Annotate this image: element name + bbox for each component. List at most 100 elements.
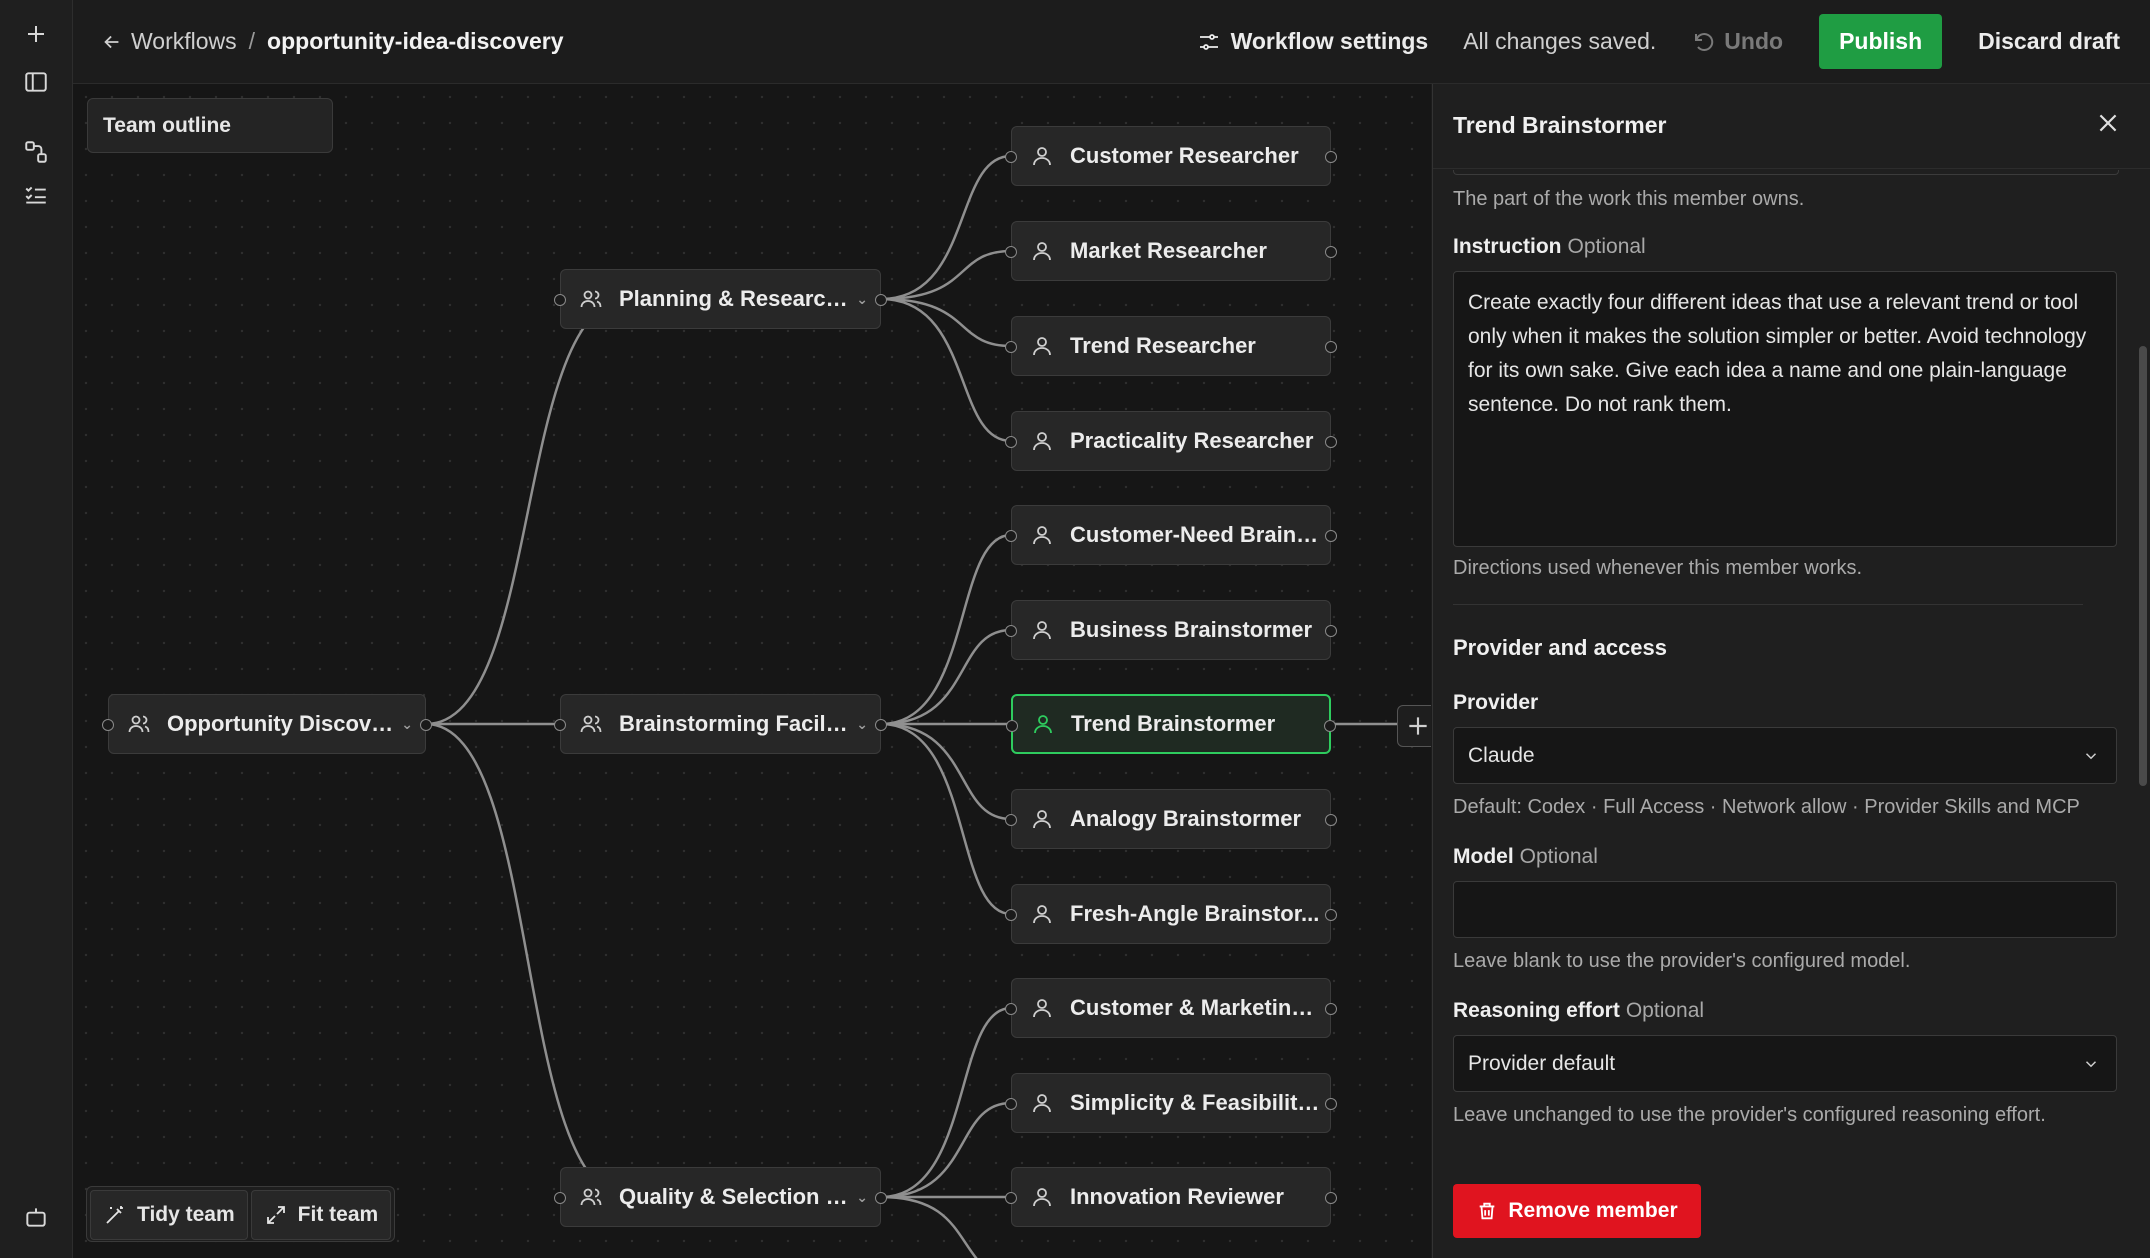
plus-icon[interactable] (18, 16, 54, 52)
discard-draft-button[interactable]: Discard draft (1978, 28, 2120, 55)
node-planning-research[interactable]: Planning & Research Di... ⌄ (554, 269, 887, 329)
node-market-researcher[interactable]: Market Researcher (1005, 221, 1337, 281)
port-in[interactable] (1005, 341, 1017, 353)
publish-button[interactable]: Publish (1819, 14, 1943, 69)
undo-button[interactable]: Undo (1692, 28, 1783, 55)
port-in[interactable] (554, 719, 566, 731)
plus-icon (1409, 717, 1427, 735)
port-in[interactable] (554, 294, 566, 306)
node-quality-selection[interactable]: Quality & Selection Chair ⌄ (554, 1167, 887, 1227)
port-out[interactable] (1325, 1003, 1337, 1015)
port-out[interactable] (1325, 814, 1337, 826)
trash-icon (1480, 1202, 1495, 1220)
node-trend-researcher[interactable]: Trend Researcher (1005, 316, 1337, 376)
remove-member-button[interactable]: Remove member (1453, 1184, 1701, 1238)
port-in[interactable] (1005, 436, 1017, 448)
chevron-down-icon[interactable]: ⌄ (856, 1189, 868, 1206)
port-out[interactable] (875, 1192, 887, 1204)
port-out[interactable] (1324, 720, 1336, 732)
node-customer-marketing[interactable]: Customer & Marketing ... (1005, 978, 1337, 1038)
model-input[interactable] (1453, 881, 2117, 938)
panel-footer: Remove member (1433, 1160, 2150, 1258)
node-analogy-brainstormer[interactable]: Analogy Brainstormer (1005, 789, 1337, 849)
reasoning-effort-value: Provider default (1468, 1051, 1616, 1075)
node-brainstorming-facilitator[interactable]: Brainstorming Facilitator ⌄ (554, 694, 887, 754)
port-in[interactable] (1005, 1003, 1017, 1015)
reasoning-effort-label: Reasoning effort Optional (1453, 999, 1705, 1022)
node-business-brainstormer[interactable]: Business Brainstormer (1005, 600, 1337, 660)
edge-quality-simplicity (880, 1101, 1012, 1199)
port-in[interactable] (1005, 909, 1017, 921)
provider-hint: Default: Codex · Full Access · Network a… (1453, 796, 2080, 818)
chevron-down-icon[interactable]: ⌄ (856, 716, 868, 733)
port-in[interactable] (102, 719, 114, 731)
node-label: Practicality Researcher (1070, 428, 1314, 453)
role-field-edge[interactable] (1453, 170, 2119, 175)
provider-label: Provider (1453, 691, 1539, 714)
role-hint: The part of the work this member owns. (1453, 188, 1805, 210)
chevron-down-icon[interactable]: ⌄ (401, 716, 413, 733)
workflow-settings-label: Workflow settings (1230, 28, 1429, 54)
port-in[interactable] (1005, 530, 1017, 542)
provider-select[interactable]: Claude (1453, 727, 2117, 784)
port-in[interactable] (1005, 625, 1017, 637)
checklist-icon[interactable] (18, 177, 54, 213)
node-label: Customer Researcher (1070, 143, 1299, 168)
port-out[interactable] (1325, 151, 1337, 163)
add-member-button[interactable] (1397, 705, 1431, 747)
node-innovation-reviewer[interactable]: Innovation Reviewer (1005, 1167, 1337, 1227)
back-arrow-icon[interactable] (101, 31, 123, 53)
node-opportunity-discovery[interactable]: Opportunity Discovery ... ⌄ (102, 694, 432, 754)
port-out[interactable] (1325, 1098, 1337, 1110)
port-in[interactable] (1005, 814, 1017, 826)
undo-icon (1695, 32, 1714, 51)
node-label: Analogy Brainstormer (1070, 806, 1302, 831)
breadcrumb-separator: / (248, 28, 256, 54)
workflow-icon[interactable] (18, 134, 54, 170)
provider-access-heading: Provider and access (1453, 635, 1668, 660)
sidebar-toggle-icon[interactable] (18, 64, 54, 100)
port-out[interactable] (1325, 341, 1337, 353)
port-out[interactable] (1325, 1192, 1337, 1204)
edge-planning-practicality (880, 297, 1012, 443)
port-out[interactable] (1325, 530, 1337, 542)
workflow-settings-button[interactable]: Workflow settings (1197, 28, 1429, 55)
port-out[interactable] (875, 294, 887, 306)
port-in[interactable] (1005, 151, 1017, 163)
team-outline-button[interactable]: Team outline (87, 98, 333, 153)
panel-scrollbar[interactable] (2139, 346, 2147, 786)
node-label: Trend Brainstormer (1071, 711, 1276, 736)
port-out[interactable] (875, 719, 887, 731)
node-fresh-angle-brainstormer[interactable]: Fresh-Angle Brainstor... (1005, 884, 1337, 944)
person-icon (1030, 902, 1054, 926)
node-trend-brainstormer-selected[interactable]: Trend Brainstormer (1006, 694, 1336, 754)
port-in[interactable] (1006, 720, 1018, 732)
reasoning-effort-select[interactable]: Provider default (1453, 1035, 2117, 1092)
port-out[interactable] (1325, 909, 1337, 921)
breadcrumb-workflows-link[interactable]: Workflows (131, 28, 237, 55)
node-practicality-researcher[interactable]: Practicality Researcher (1005, 411, 1337, 471)
port-out[interactable] (1325, 625, 1337, 637)
port-in[interactable] (1005, 1098, 1017, 1110)
port-out[interactable] (420, 719, 432, 731)
port-out[interactable] (1325, 246, 1337, 258)
close-icon[interactable] (2095, 110, 2121, 141)
chevron-down-icon[interactable]: ⌄ (856, 291, 868, 308)
port-in[interactable] (1005, 246, 1017, 258)
port-in[interactable] (554, 1192, 566, 1204)
team-canvas[interactable]: Team outline Opportunity Discovery ... ⌄… (73, 84, 1431, 1258)
instruction-textarea[interactable]: Create exactly four different ideas that… (1453, 271, 2117, 547)
node-simplicity-feasibility[interactable]: Simplicity & Feasibility ... (1005, 1073, 1337, 1133)
port-in[interactable] (1005, 1192, 1017, 1204)
top-bar: Workflows / opportunity-idea-discovery W… (73, 0, 2150, 84)
breadcrumb-current: opportunity-idea-discovery (267, 28, 564, 54)
section-divider (1453, 604, 2083, 605)
bot-icon[interactable] (18, 1199, 54, 1235)
tidy-team-button[interactable]: Tidy team (90, 1190, 248, 1240)
fit-team-button[interactable]: Fit team (250, 1190, 392, 1240)
node-label: Trend Researcher (1070, 333, 1256, 358)
port-out[interactable] (1325, 436, 1337, 448)
instruction-label: Instruction Optional (1453, 235, 1646, 258)
node-customer-researcher[interactable]: Customer Researcher (1005, 126, 1337, 186)
node-customer-need-brainstormer[interactable]: Customer-Need Brainst... (1005, 505, 1337, 565)
